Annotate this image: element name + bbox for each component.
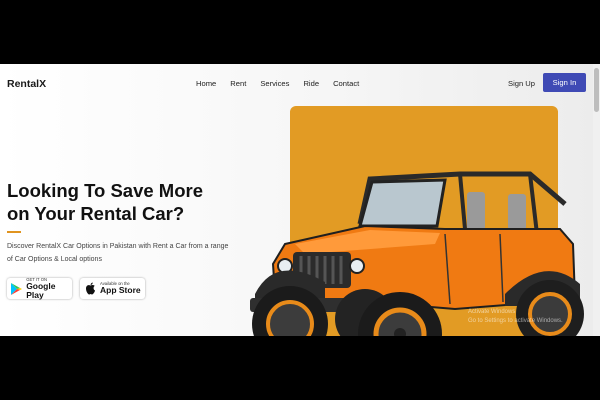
web-page: RentalX Home Rent Services Ride Contact … xyxy=(0,64,600,336)
jeep-image xyxy=(250,171,584,336)
watermark-line-2: Go to Settings to activate Windows. xyxy=(468,318,563,324)
google-play-text: GET IT ON Google Play xyxy=(26,277,72,300)
google-play-label: Google Play xyxy=(26,281,56,300)
nav-services[interactable]: Services xyxy=(260,79,289,88)
hero-title-line-1: Looking To Save More xyxy=(7,180,203,201)
nav-rent[interactable]: Rent xyxy=(230,79,246,88)
watermark-line-1: Activate Windows xyxy=(468,309,516,315)
app-store-button[interactable]: Available on the App Store xyxy=(80,278,145,299)
title-accent-underline xyxy=(7,231,21,233)
hero-title-line-2: on Your Rental Car? xyxy=(7,203,185,224)
app-store-label: App Store xyxy=(100,285,141,296)
sign-in-button[interactable]: Sign In xyxy=(543,73,586,92)
apple-icon xyxy=(84,282,96,295)
main-nav: Home Rent Services Ride Contact xyxy=(196,79,359,88)
hero-description: Discover RentalX Car Options in Pakistan… xyxy=(7,243,229,263)
bottom-black-bar xyxy=(0,336,600,400)
logo[interactable]: RentalX xyxy=(7,78,46,90)
nav-ride[interactable]: Ride xyxy=(303,79,319,88)
sign-up-link[interactable]: Sign Up xyxy=(508,79,535,88)
scrollbar-thumb[interactable] xyxy=(594,68,599,112)
google-play-icon xyxy=(11,282,23,295)
nav-contact[interactable]: Contact xyxy=(333,79,359,88)
nav-home[interactable]: Home xyxy=(196,79,216,88)
app-store-text: Available on the App Store xyxy=(100,281,141,296)
vertical-scrollbar[interactable] xyxy=(593,64,600,336)
activate-windows-watermark: Activate Windows Go to Settings to activ… xyxy=(468,308,563,326)
top-black-bar xyxy=(0,0,600,64)
google-play-button[interactable]: GET IT ON Google Play xyxy=(7,277,72,300)
hero-title: Looking To Save More on Your Rental Car? xyxy=(7,179,237,225)
